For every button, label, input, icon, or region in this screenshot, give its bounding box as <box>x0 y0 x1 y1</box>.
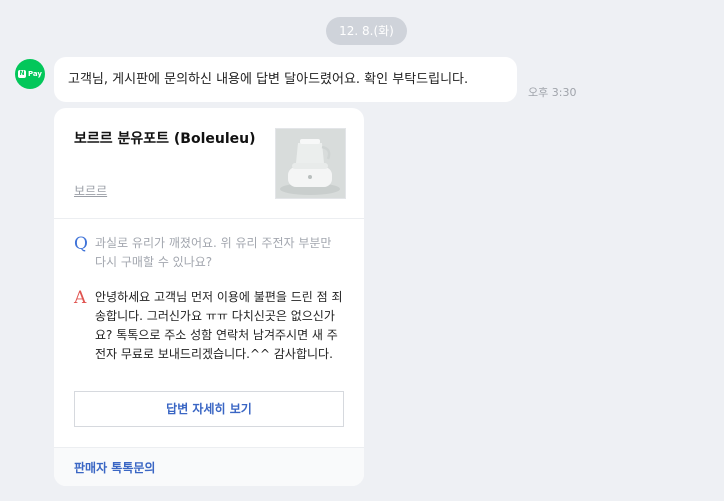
naver-pay-avatar[interactable]: N Pay <box>15 59 45 89</box>
date-divider: 12. 8.(화) <box>326 17 407 45</box>
question-mark: Q <box>74 234 88 254</box>
answer-text: 안녕하세요 고객님 먼저 이용에 불편을 드린 점 죄송합니다. 그러신가요 ㅠ… <box>95 290 343 361</box>
kettle-image-icon <box>276 129 345 198</box>
answer-mark: A <box>74 288 87 308</box>
seller-talk-link[interactable]: 판매자 톡톡문의 <box>74 459 155 476</box>
message-time: 오후 3:30 <box>528 86 577 99</box>
product-brand-link[interactable]: 보르르 <box>74 182 107 199</box>
view-answer-detail-button[interactable]: 답변 자세히 보기 <box>74 391 344 427</box>
seller-talk-footer[interactable]: 판매자 톡톡문의 <box>54 447 364 486</box>
product-name: 보르르 분유포트 (Boleuleu) <box>74 131 256 147</box>
qna-card: 보르르 분유포트 (Boleuleu) 보르르 Q 과실로 유리가 깨졌어요. … <box>54 108 364 486</box>
product-section[interactable]: 보르르 분유포트 (Boleuleu) 보르르 <box>54 108 364 219</box>
message-bubble: 고객님, 게시판에 문의하신 내용에 답변 달아드렸어요. 확인 부탁드립니다. <box>54 57 517 102</box>
naver-pay-logo-icon: N Pay <box>17 70 42 78</box>
question-block: Q 과실로 유리가 깨졌어요. 위 유리 주전자 부분만 다시 구매할 수 있나… <box>74 234 344 272</box>
question-text: 과실로 유리가 깨졌어요. 위 유리 주전자 부분만 다시 구매할 수 있나요? <box>95 236 332 269</box>
product-thumbnail[interactable] <box>275 128 346 199</box>
answer-block: A 안녕하세요 고객님 먼저 이용에 불편을 드린 점 죄송합니다. 그러신가요… <box>74 288 344 364</box>
